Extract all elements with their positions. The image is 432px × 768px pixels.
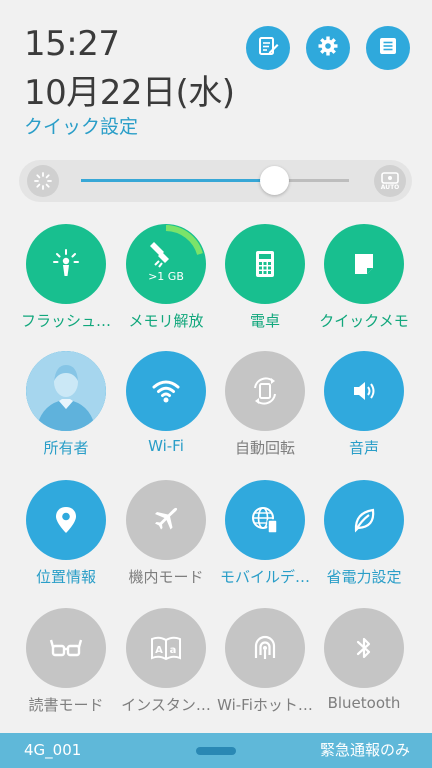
flashlight-icon: [49, 247, 83, 281]
tile-button[interactable]: [225, 351, 305, 431]
clock-time: 15:27: [24, 24, 120, 64]
tile-label: モバイルデ…: [219, 568, 310, 586]
tile-label: 読書モード: [28, 696, 104, 714]
tile-button[interactable]: Aa: [126, 608, 206, 688]
gear-icon: [317, 35, 339, 61]
tile-label: Wi-Fi: [148, 437, 184, 455]
tile-instant-dictionary[interactable]: Aa インスタン…: [114, 608, 218, 728]
instant-dictionary-icon: Aa: [148, 631, 184, 665]
tile-label: 機内モード: [128, 568, 204, 586]
notification-list-icon: [377, 35, 399, 61]
drag-handle[interactable]: [196, 747, 236, 755]
airplane-icon: [149, 503, 183, 537]
tile-mobile-data[interactable]: モバイルデ…: [213, 480, 317, 600]
tile-label: 省電力設定: [326, 568, 402, 586]
tile-flashlight[interactable]: フラッシュ…: [14, 224, 118, 344]
brightness-slider[interactable]: [81, 166, 349, 195]
svg-text:a: a: [170, 645, 177, 656]
tile-location[interactable]: 位置情報: [14, 480, 118, 600]
tile-label: Wi-Fiホット…: [217, 696, 313, 714]
tile-button[interactable]: [26, 351, 106, 431]
auto-label: AUTO: [380, 184, 400, 191]
tile-auto-rotate[interactable]: 自動回転: [213, 351, 317, 471]
tile-button[interactable]: [324, 608, 404, 688]
tile-bluetooth[interactable]: Bluetooth: [312, 608, 416, 728]
tile-button[interactable]: [26, 224, 106, 304]
brightness-auto-icon: [381, 172, 399, 184]
edit-icon: [257, 35, 279, 61]
svg-text:A: A: [155, 645, 163, 656]
brightness-slider-fill: [81, 179, 274, 182]
brightness-bar: AUTO: [19, 160, 412, 202]
tile-memory-boost[interactable]: >1 GB メモリ解放: [114, 224, 218, 344]
memory-usage-ring: [165, 225, 203, 255]
tile-button[interactable]: [225, 224, 305, 304]
auto-rotate-icon: [248, 374, 282, 408]
mobile-data-icon: [248, 503, 282, 537]
tile-label: メモリ解放: [128, 312, 204, 330]
edit-button[interactable]: [246, 26, 290, 70]
bluetooth-icon: [347, 631, 381, 665]
tile-button[interactable]: [324, 351, 404, 431]
tile-label: Bluetooth: [327, 694, 401, 712]
tile-wifi[interactable]: Wi-Fi: [114, 351, 218, 471]
tile-button[interactable]: [26, 480, 106, 560]
brightness-low-icon[interactable]: [27, 165, 59, 197]
carrier-label: 4G_001: [24, 741, 82, 759]
tile-button[interactable]: >1 GB: [126, 224, 206, 304]
tile-calculator[interactable]: 電卓: [213, 224, 317, 344]
quick-memo-icon: [347, 247, 381, 281]
tile-label: 位置情報: [35, 568, 96, 586]
tile-label: 所有者: [43, 439, 89, 457]
tile-quick-memo[interactable]: クイックメモ: [312, 224, 416, 344]
tile-avatar[interactable]: 所有者: [14, 351, 118, 471]
emergency-calls-label: 緊急通報のみ: [319, 741, 410, 759]
tile-button[interactable]: [225, 608, 305, 688]
tile-label: 音声: [348, 439, 379, 457]
tile-button[interactable]: [324, 480, 404, 560]
wifi-icon: [149, 374, 183, 408]
wifi-hotspot-icon: [248, 631, 282, 665]
settings-button[interactable]: [306, 26, 350, 70]
brightness-auto-button[interactable]: AUTO: [374, 165, 406, 197]
avatar-icon: [26, 351, 106, 431]
date-display: 10月22日(水): [24, 73, 235, 113]
reading-glasses-icon: [48, 631, 84, 665]
tile-label: 自動回転: [234, 439, 295, 457]
memory-badge: >1 GB: [148, 270, 184, 283]
tile-power-saving-leaf[interactable]: 省電力設定: [312, 480, 416, 600]
notification-list-button[interactable]: [366, 26, 410, 70]
tile-button[interactable]: [26, 608, 106, 688]
power-saving-leaf-icon: [347, 503, 381, 537]
sound-icon: [347, 374, 381, 408]
tile-label: フラッシュ…: [20, 312, 111, 330]
tile-button[interactable]: [324, 224, 404, 304]
status-footer: 4G_001 緊急通報のみ: [0, 733, 432, 768]
location-icon: [49, 503, 83, 537]
tile-wifi-hotspot[interactable]: Wi-Fiホット…: [213, 608, 317, 728]
tile-airplane[interactable]: 機内モード: [114, 480, 218, 600]
calculator-icon: [248, 247, 282, 281]
tile-label: クイックメモ: [319, 312, 409, 330]
tile-sound[interactable]: 音声: [312, 351, 416, 471]
quick-settings-title: クイック設定: [24, 116, 139, 138]
tile-label: 電卓: [249, 312, 280, 330]
tile-label: インスタン…: [121, 696, 211, 714]
tile-button[interactable]: [126, 351, 206, 431]
tile-reading-glasses[interactable]: 読書モード: [14, 608, 118, 728]
tile-button[interactable]: [225, 480, 305, 560]
tile-button[interactable]: [126, 480, 206, 560]
brightness-slider-thumb[interactable]: [259, 166, 289, 195]
